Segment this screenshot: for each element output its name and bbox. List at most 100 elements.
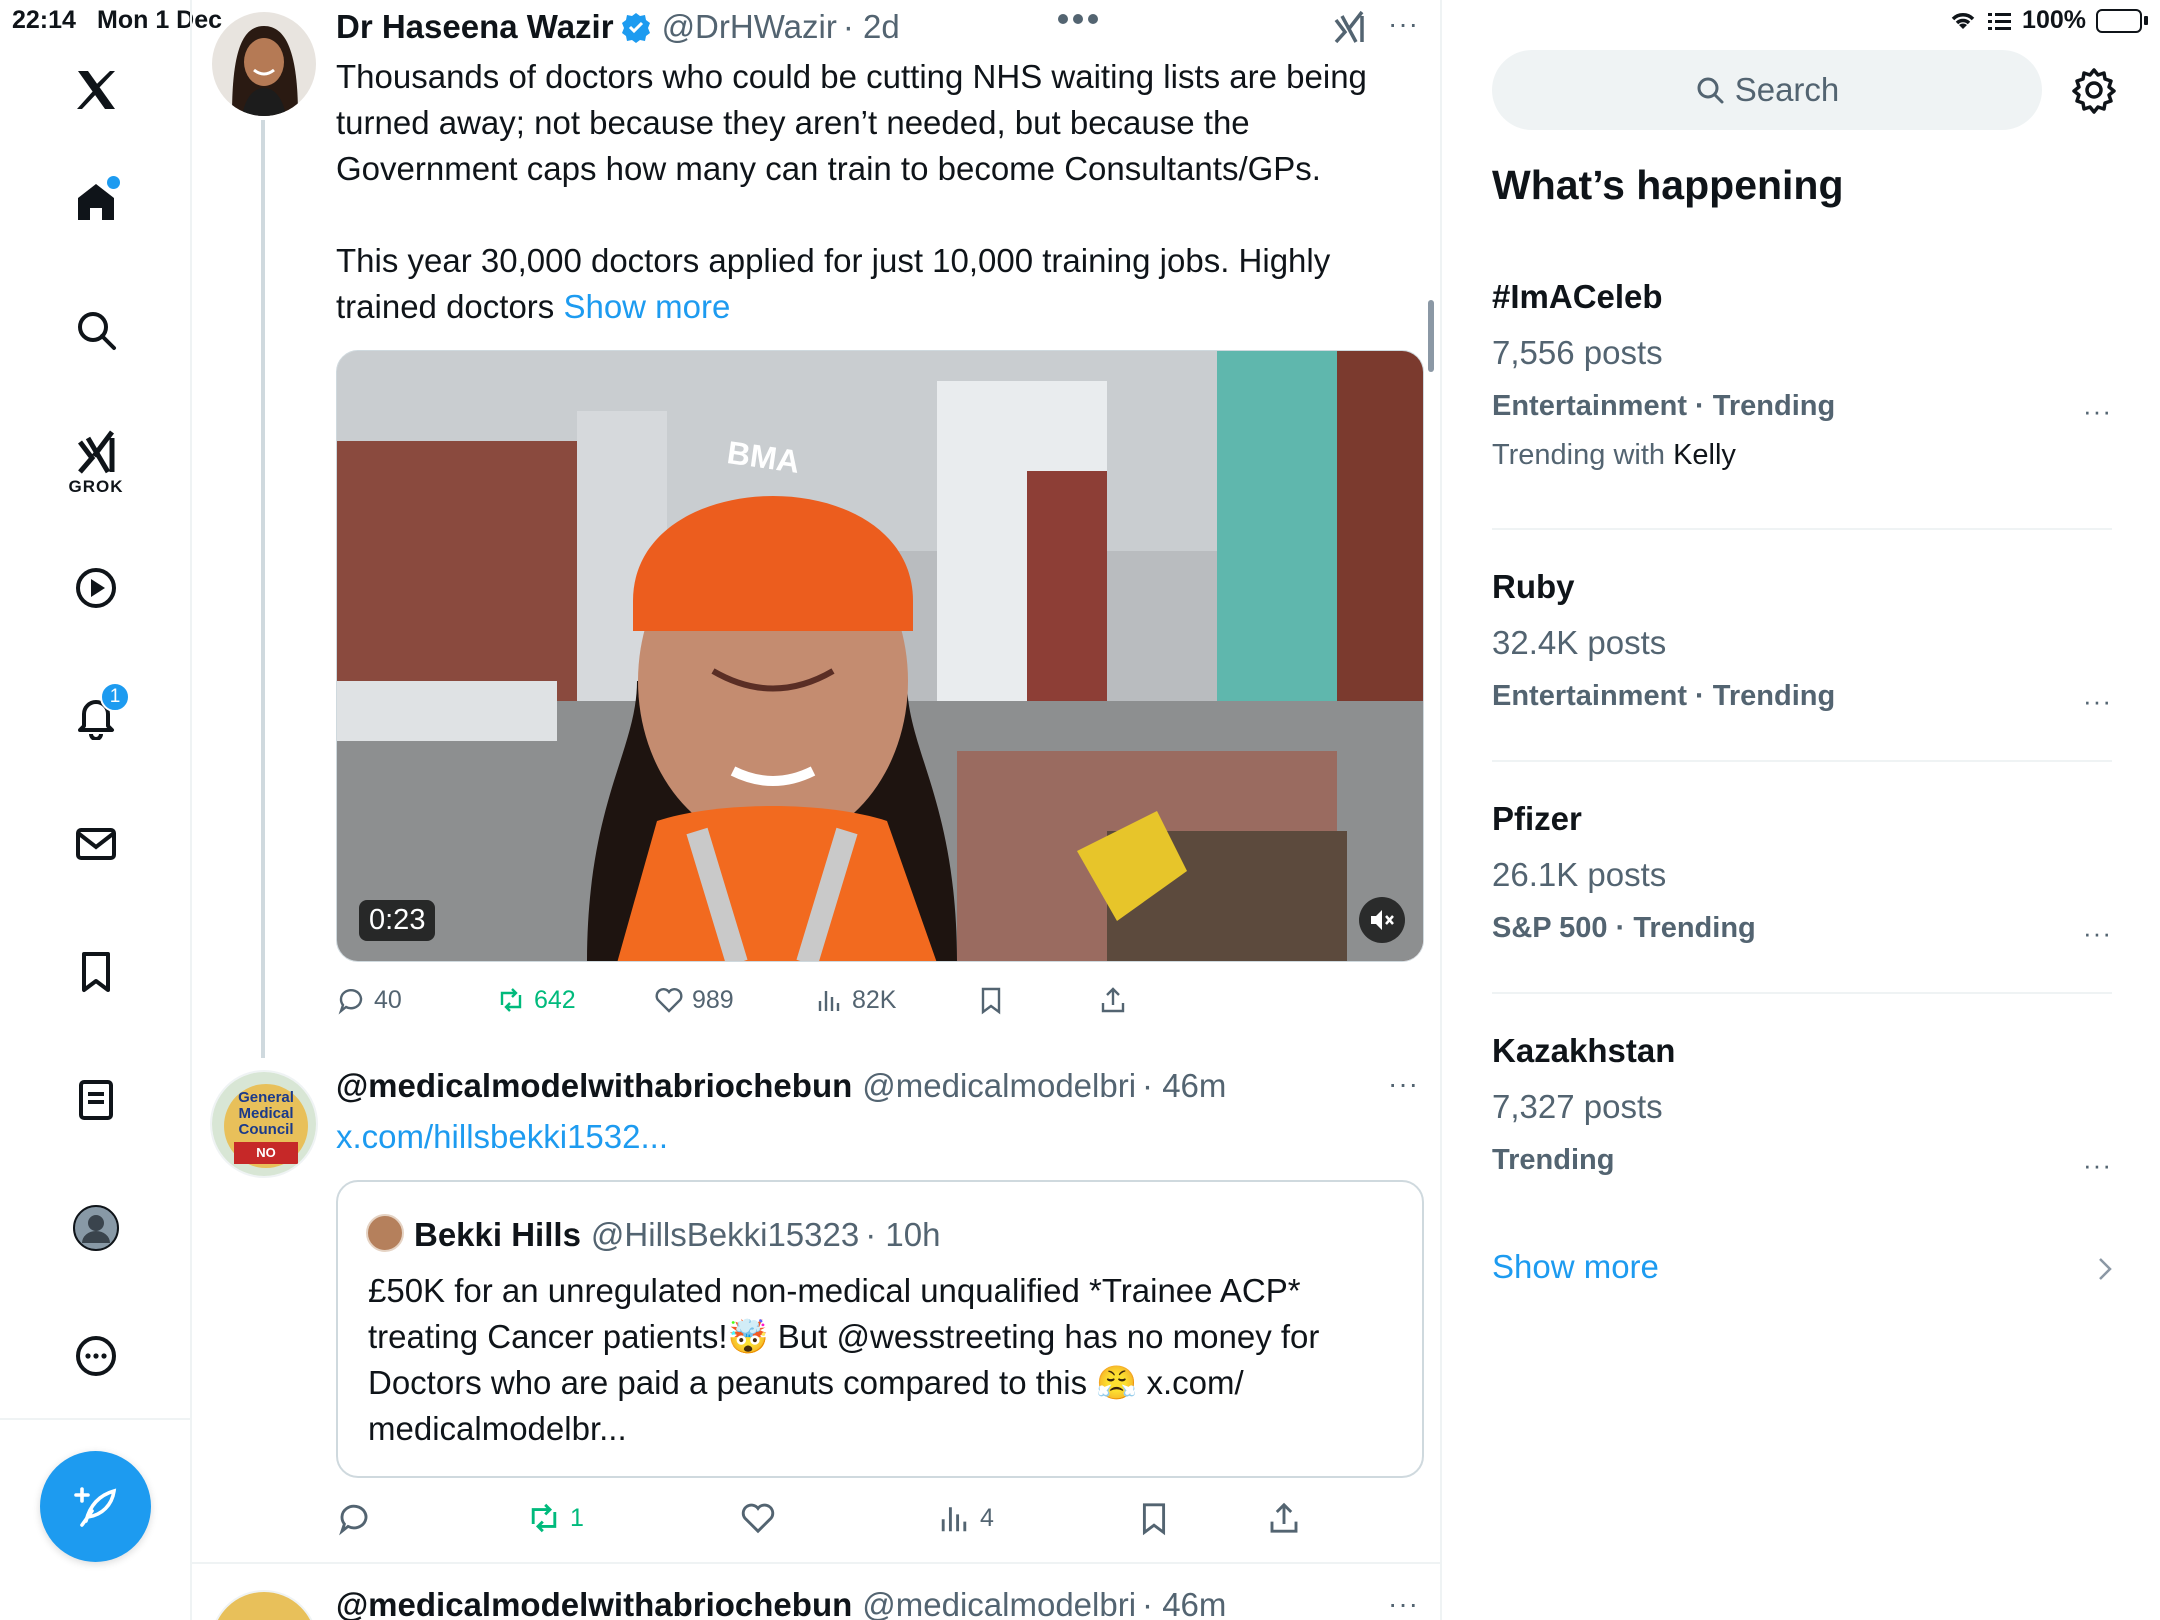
video-duration: 0:23 <box>359 900 436 941</box>
reply-icon <box>339 1504 368 1536</box>
trend-post-count: 7,327 posts <box>1492 1088 1663 1125</box>
views-chart-icon <box>941 1507 967 1532</box>
trend-item[interactable]: #ImACeleb 7,556 posts Entertainment · Tr… <box>1492 278 2112 472</box>
tweet-divider <box>192 1562 1440 1564</box>
trend-more-icon[interactable]: ··· <box>2083 918 2112 949</box>
new-content-dot <box>107 176 120 189</box>
show-more-trends-link[interactable]: Show more <box>1492 1248 1659 1286</box>
retweet-button[interactable]: 642 <box>496 985 576 1015</box>
video-icon[interactable] <box>64 556 128 620</box>
trend-item[interactable]: Pfizer 26.1K posts S&P 500 · Trending ··… <box>1492 800 2112 948</box>
quoted-author-name: Bekki Hills <box>414 1216 581 1253</box>
search-input[interactable]: Search <box>1492 50 2042 130</box>
tweet-timestamp[interactable]: · 46m <box>1142 1586 1226 1620</box>
quoted-author-handle: @HillsBekki15323 <box>590 1216 860 1253</box>
trend-name: Pfizer <box>1492 800 1582 837</box>
bookmarks-icon[interactable] <box>64 940 128 1004</box>
author-name[interactable]: Dr Haseena Wazir <box>336 8 614 46</box>
trend-post-count: 26.1K posts <box>1492 856 1667 893</box>
retweet-button[interactable]: 1 <box>526 1500 584 1536</box>
quoted-text-line: Doctors who are paid a peanuts compared … <box>368 1364 1244 1401</box>
views-chart-icon <box>818 991 840 1011</box>
author-name[interactable]: @medicalmodelwithabriochebun <box>336 1067 852 1105</box>
tweet-video[interactable]: BMA 0:23 <box>336 350 1424 962</box>
tweet-more-icon[interactable]: ··· <box>1388 1068 1419 1100</box>
view-count: 82K <box>852 985 897 1014</box>
timeline-scrollbar[interactable] <box>1428 300 1434 372</box>
trend-category: Entertainment · Trending <box>1492 390 1836 422</box>
mute-button[interactable] <box>1359 897 1405 943</box>
search-placeholder: Search <box>1734 71 1840 108</box>
thread-connector <box>261 120 265 1058</box>
reply-button[interactable] <box>336 1500 372 1536</box>
messages-envelope-icon[interactable] <box>64 812 128 876</box>
trend-name: Kazakhstan <box>1492 1032 1676 1069</box>
author-handle[interactable]: @DrHWazir <box>662 8 837 46</box>
grok-icon[interactable] <box>64 420 128 484</box>
like-button[interactable] <box>740 1500 776 1536</box>
author-handle[interactable]: @medicalmodelbri <box>862 1586 1136 1620</box>
bookmark-button[interactable] <box>976 985 1006 1015</box>
grok-explain-icon[interactable] <box>1332 10 1366 44</box>
share-button[interactable] <box>1266 1500 1302 1536</box>
trend-item[interactable]: Kazakhstan 7,327 posts Trending ··· <box>1492 1032 2112 1180</box>
author-handle[interactable]: @medicalmodelbri <box>862 1067 1136 1105</box>
trend-context: Trending with Kelly <box>1492 439 1736 471</box>
tweet-timestamp[interactable]: · 2d <box>843 8 900 46</box>
like-button[interactable]: 989 <box>654 985 734 1015</box>
whats-happening-title: What’s happening <box>1492 162 1844 208</box>
show-more-link[interactable]: Show more <box>563 288 730 325</box>
quoted-timestamp: · 10h <box>865 1216 941 1253</box>
lists-icon[interactable] <box>64 1068 128 1132</box>
left-navigation: GROK 1 <box>0 0 192 1620</box>
like-count: 989 <box>692 985 734 1014</box>
tweet-more-icon[interactable]: ··· <box>1388 1588 1419 1620</box>
trend-divider <box>1492 760 2112 762</box>
trend-item[interactable]: Ruby 32.4K posts Entertainment · Trendin… <box>1492 568 2112 716</box>
tweet-more-icon[interactable]: ··· <box>1388 8 1419 40</box>
trend-post-count: 7,556 posts <box>1492 334 1663 371</box>
search-icon[interactable] <box>64 298 128 362</box>
bookmark-button[interactable] <box>1136 1500 1172 1536</box>
home-icon[interactable] <box>64 170 128 234</box>
speaker-muted-icon <box>1371 910 1394 930</box>
author-avatar[interactable] <box>212 12 316 116</box>
tweet-actions: 1 4 <box>336 1498 1426 1538</box>
chevron-right-icon <box>2099 1258 2112 1280</box>
tweet-link[interactable]: x.com/hillsbekki1532... <box>336 1114 668 1160</box>
notifications-bell-icon[interactable]: 1 <box>64 682 130 748</box>
heart-icon <box>741 1503 775 1534</box>
compose-post-button[interactable] <box>40 1451 151 1562</box>
window-drag-handle-icon[interactable] <box>1056 12 1100 26</box>
quoted-tweet[interactable]: Bekki Hills @HillsBekki15323 · 10h £50K … <box>336 1180 1424 1478</box>
avatar-logo-text: General Medical Council <box>238 1089 294 1138</box>
heart-icon <box>655 988 683 1013</box>
share-button[interactable] <box>1098 985 1128 1015</box>
grok-label: GROK <box>68 477 124 496</box>
avatar-sign-text: NO <box>256 1145 276 1160</box>
tweet-author-row: @medicalmodelwithabriochebun @medicalmod… <box>336 1586 1226 1620</box>
x-logo-icon[interactable] <box>64 58 128 122</box>
trend-more-icon[interactable]: ··· <box>2083 1150 2112 1181</box>
settings-gear-icon[interactable] <box>2070 66 2118 114</box>
profile-avatar-icon[interactable] <box>64 1196 128 1260</box>
author-avatar[interactable] <box>210 1590 318 1620</box>
views-button[interactable]: 82K <box>814 985 896 1015</box>
trend-name: #ImACeleb <box>1492 278 1663 315</box>
trend-category: S&P 500 · Trending <box>1492 912 1756 944</box>
trend-more-icon[interactable]: ··· <box>2083 396 2112 427</box>
tweet-body: Thousands of doctors who could be cuttin… <box>336 54 1416 330</box>
trend-post-count: 32.4K posts <box>1492 624 1667 661</box>
tweet-timestamp[interactable]: · 46m <box>1142 1067 1226 1105</box>
trend-category: Trending <box>1492 1144 1615 1176</box>
retweet-icon <box>531 1503 557 1533</box>
author-name[interactable]: @medicalmodelwithabriochebun <box>336 1586 852 1620</box>
views-button[interactable]: 4 <box>936 1500 994 1536</box>
video-frame <box>337 351 1423 961</box>
reply-button[interactable]: 40 <box>336 985 402 1015</box>
more-options-icon[interactable] <box>64 1324 128 1388</box>
trend-divider <box>1492 528 2112 530</box>
author-avatar[interactable]: General Medical Council NO <box>210 1070 318 1178</box>
trend-divider <box>1492 992 2112 994</box>
trend-more-icon[interactable]: ··· <box>2083 686 2112 717</box>
